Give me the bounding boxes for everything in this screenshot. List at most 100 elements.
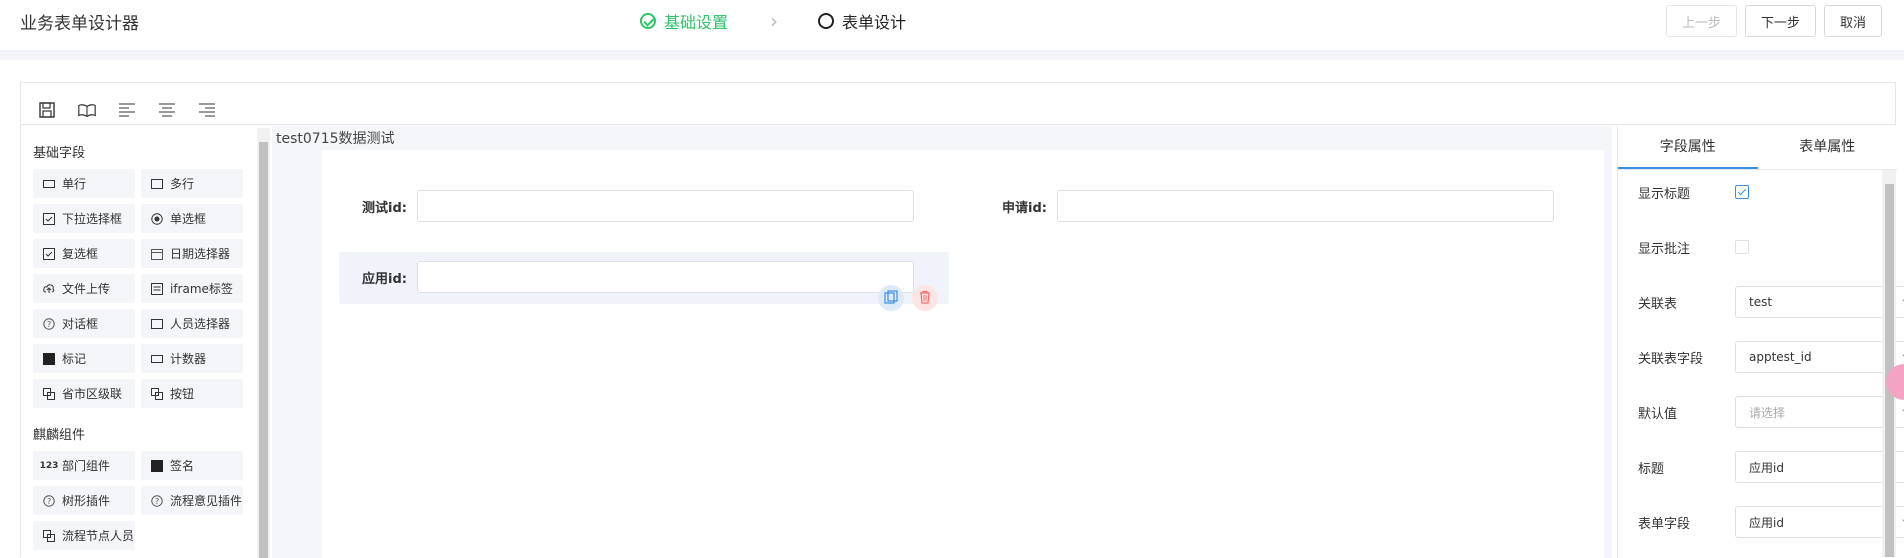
widget-label: iframe标签 [170, 282, 233, 296]
prop-title: 标题 应用id [1638, 451, 1904, 483]
left-scrollbar[interactable] [257, 128, 270, 558]
title-input[interactable]: 应用id [1735, 451, 1904, 483]
widget-file-upload[interactable]: 文件上传 [33, 274, 135, 303]
widget-label: 人员选择器 [170, 317, 231, 331]
step-indicator: 基础设置 › 表单设计 [640, 9, 906, 33]
save-icon[interactable] [37, 100, 57, 120]
form-field-select[interactable]: 应用id [1735, 506, 1904, 538]
select-value: 应用id [1749, 515, 1784, 530]
form-canvas: test0715数据测试 测试id: 申请id: 应用id: [272, 126, 1612, 558]
widget-signature[interactable]: 签名 [141, 451, 243, 480]
step-label: 基础设置 [664, 13, 729, 32]
show-comment-checkbox[interactable] [1735, 240, 1749, 254]
property-tabs: 字段属性 表单属性 [1618, 126, 1897, 170]
copy-icon [884, 289, 898, 308]
delete-field-button[interactable] [912, 285, 938, 311]
cancel-button[interactable]: 取消 [1824, 5, 1883, 37]
field-row-app-id[interactable]: 应用id: [322, 261, 914, 293]
apply-id-input[interactable] [1057, 190, 1554, 222]
button-icon [151, 387, 163, 400]
trash-icon [918, 289, 932, 308]
widget-person-select[interactable]: 人员选择器 [141, 309, 243, 338]
widget-label: 省市区级联 [62, 387, 123, 401]
basic-widget-list: 单行 多行 下拉选择框 单选框 复选框 日期选择器 文件上传 iframe标签 … [21, 169, 253, 408]
widget-label: 流程意见插件 [170, 494, 243, 508]
default-value-select[interactable]: 请选择 [1735, 396, 1904, 428]
align-right-icon[interactable] [197, 100, 217, 120]
widget-multi-line[interactable]: 多行 [141, 169, 243, 198]
svg-text:?: ? [47, 497, 51, 506]
property-panel: 字段属性 表单属性 显示标题 显示批注 关联表 test 关联表字段 appte… [1617, 126, 1904, 558]
svg-text:?: ? [155, 497, 159, 506]
widget-opinion[interactable]: ? 流程意见插件 [141, 486, 243, 515]
widget-counter[interactable]: 计数器 [141, 344, 243, 373]
field-label: 应用id: [362, 271, 407, 287]
app-title: 业务表单设计器 [20, 14, 139, 34]
calendar-icon [151, 248, 163, 260]
prop-rel-field: 关联表字段 apptest_id [1638, 341, 1904, 373]
prop-label: 默认值 [1638, 406, 1678, 422]
show-title-checkbox[interactable] [1735, 185, 1749, 199]
field-row-test-id[interactable]: 测试id: [322, 190, 914, 222]
widget-cascade[interactable]: 省市区级联 [33, 379, 135, 408]
align-left-icon[interactable] [117, 100, 137, 120]
upload-icon [43, 283, 55, 295]
widget-label: 下拉选择框 [62, 212, 123, 226]
tab-field-properties[interactable]: 字段属性 [1618, 126, 1758, 169]
top-bar: 业务表单设计器 基础设置 › 表单设计 上一步 下一步 取消 [0, 0, 1904, 50]
widget-dept[interactable]: 123 部门组件 [33, 451, 135, 480]
widget-button[interactable]: 按钮 [141, 379, 243, 408]
test-id-input[interactable] [417, 190, 914, 222]
step-label: 表单设计 [842, 13, 907, 32]
radio-icon [151, 212, 163, 225]
widget-date-picker[interactable]: 日期选择器 [141, 239, 243, 268]
group-title-basic: 基础字段 [33, 146, 86, 161]
prop-show-title: 显示标题 [1638, 176, 1749, 208]
widget-tree[interactable]: ? 树形插件 [33, 486, 135, 515]
rel-table-select[interactable]: test [1735, 286, 1904, 318]
prop-label: 关联表 [1638, 296, 1678, 312]
toolbar [21, 83, 1895, 125]
widget-iframe[interactable]: iframe标签 [141, 274, 243, 303]
widget-radio[interactable]: 单选框 [141, 204, 243, 233]
prop-default-value: 默认值 请选择 [1638, 396, 1904, 428]
copy-field-button[interactable] [878, 285, 904, 311]
tree-icon: ? [43, 494, 55, 507]
scrollbar-thumb[interactable] [259, 142, 268, 558]
widget-dialog[interactable]: ? 对话框 [33, 309, 135, 338]
widget-dropdown[interactable]: 下拉选择框 [33, 204, 135, 233]
prop-label: 关联表字段 [1638, 351, 1704, 367]
group-title-kylin: 麒麟组件 [33, 428, 86, 443]
field-label: 测试id: [362, 200, 407, 216]
step-basic-settings[interactable]: 基础设置 [640, 9, 728, 33]
iframe-icon [151, 282, 163, 295]
field-label: 申请id: [1002, 200, 1047, 216]
prop-form-field: 表单字段 应用id [1638, 506, 1904, 538]
align-center-icon[interactable] [157, 100, 177, 120]
check-circle-icon [640, 13, 656, 29]
field-row-apply-id[interactable]: 申请id: [962, 190, 1554, 222]
widget-label: 单选框 [170, 212, 207, 226]
tab-form-properties[interactable]: 表单属性 [1758, 126, 1898, 169]
dept-icon: 123 [39, 460, 59, 471]
widget-label: 部门组件 [62, 459, 111, 473]
step-form-design[interactable]: 表单设计 [818, 9, 906, 33]
next-step-button[interactable]: 下一步 [1745, 5, 1817, 37]
dialog-icon: ? [43, 317, 55, 330]
app-id-input[interactable] [417, 261, 914, 293]
widget-label: 标记 [62, 352, 87, 366]
prev-step-button[interactable]: 上一步 [1666, 5, 1738, 37]
prop-label: 显示标题 [1638, 186, 1691, 202]
widget-single-line[interactable]: 单行 [33, 169, 135, 198]
kylin-widget-list: 123 部门组件 签名 ? 树形插件 ? 流程意见插件 流程节点人员 [21, 451, 253, 550]
header-divider [0, 50, 1904, 60]
widget-node-person[interactable]: 流程节点人员 [33, 521, 135, 550]
preview-book-icon[interactable] [77, 100, 97, 120]
widget-checkbox[interactable]: 复选框 [33, 239, 135, 268]
rel-field-select[interactable]: apptest_id [1735, 341, 1904, 373]
widget-mark[interactable]: 标记 [33, 344, 135, 373]
widget-label: 对话框 [62, 317, 99, 331]
right-scrollbar[interactable] [1882, 170, 1896, 557]
prop-show-comment: 显示批注 [1638, 231, 1749, 263]
widget-label: 计数器 [170, 352, 207, 366]
